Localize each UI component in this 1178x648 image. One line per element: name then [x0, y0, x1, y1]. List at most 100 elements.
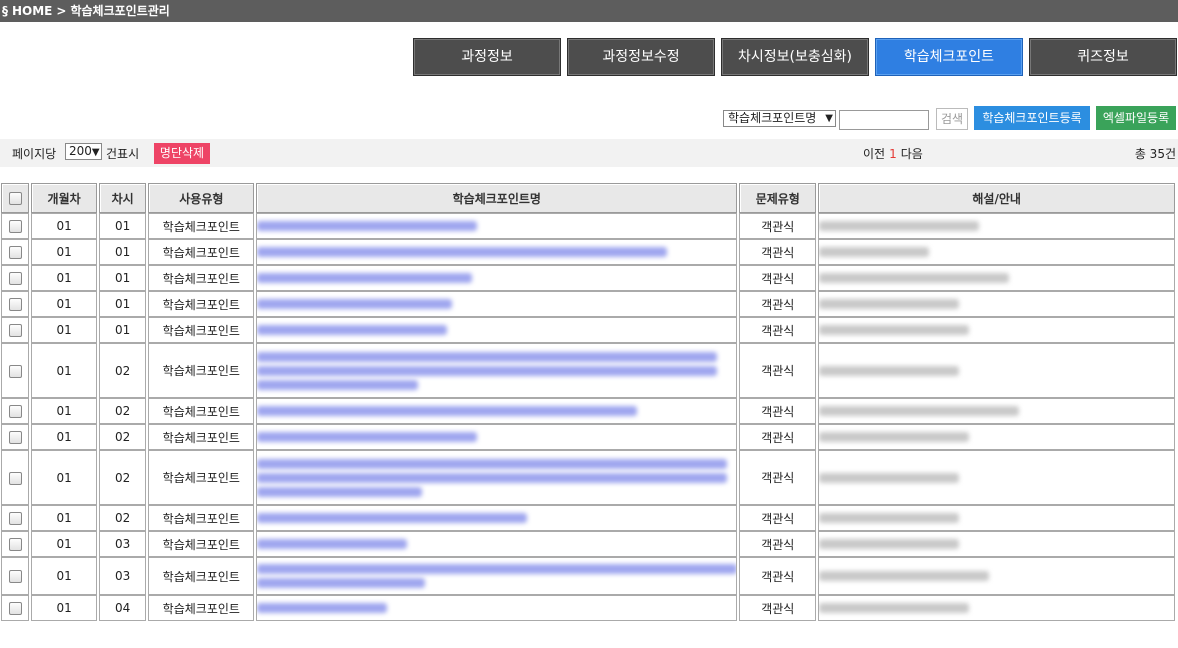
row-month: 01: [31, 531, 98, 557]
table-row[interactable]: 01 01 학습체크포인트 객관식: [1, 317, 1175, 343]
tab-course-edit[interactable]: 과정정보수정: [567, 38, 715, 76]
table-row[interactable]: 01 02 학습체크포인트 객관식: [1, 424, 1175, 450]
row-month: 01: [31, 343, 98, 398]
table-row[interactable]: 01 03 학습체크포인트 객관식: [1, 531, 1175, 557]
tab-quiz-info[interactable]: 퀴즈정보: [1029, 38, 1177, 76]
row-explanation: [818, 450, 1175, 505]
tab-checkpoint[interactable]: 학습체크포인트: [875, 38, 1023, 76]
row-select-cell[interactable]: [1, 557, 30, 595]
row-select-cell[interactable]: [1, 531, 30, 557]
next-page-link[interactable]: 다음: [901, 147, 923, 161]
row-select-cell[interactable]: [1, 291, 30, 317]
table-row[interactable]: 01 02 학습체크포인트 객관식: [1, 398, 1175, 424]
row-title-link[interactable]: [256, 291, 738, 317]
redacted-title-line: [257, 247, 668, 257]
row-title-link[interactable]: [256, 531, 738, 557]
row-checkbox[interactable]: [8, 220, 22, 233]
row-use-type: 학습체크포인트: [148, 531, 255, 557]
row-checkbox[interactable]: [8, 272, 22, 285]
table-row[interactable]: 01 02 학습체크포인트 객관식: [1, 450, 1175, 505]
row-select-cell[interactable]: [1, 424, 30, 450]
row-checkbox[interactable]: [8, 538, 22, 551]
current-page[interactable]: 1: [889, 147, 897, 161]
redacted-title-line: [257, 472, 728, 483]
row-lesson: 01: [99, 239, 147, 265]
row-question-type: 객관식: [739, 291, 817, 317]
tab-course-info[interactable]: 과정정보: [413, 38, 561, 76]
row-select-cell[interactable]: [1, 505, 30, 531]
redacted-title-line: [257, 365, 718, 376]
row-use-type: 학습체크포인트: [148, 213, 255, 239]
delete-list-button[interactable]: 명단삭제: [154, 143, 210, 164]
search-field-select[interactable]: 학습체크포인트명 ▼: [723, 110, 836, 127]
row-title-link[interactable]: [256, 343, 738, 398]
redacted-explanation: [819, 539, 960, 549]
row-title-link[interactable]: [256, 595, 738, 621]
row-checkbox[interactable]: [8, 246, 22, 259]
row-select-cell[interactable]: [1, 317, 30, 343]
table-row[interactable]: 01 02 학습체크포인트 객관식: [1, 505, 1175, 531]
table-row[interactable]: 01 02 학습체크포인트 객관식: [1, 343, 1175, 398]
row-checkbox[interactable]: [8, 431, 22, 444]
row-month: 01: [31, 557, 98, 595]
per-page-select[interactable]: 200▼: [65, 143, 102, 160]
row-title-link[interactable]: [256, 557, 738, 595]
row-select-cell[interactable]: [1, 239, 30, 265]
row-month: 01: [31, 595, 98, 621]
row-explanation: [818, 398, 1175, 424]
row-title-link[interactable]: [256, 398, 738, 424]
prev-page-link[interactable]: 이전: [863, 147, 885, 161]
row-select-cell[interactable]: [1, 265, 30, 291]
redacted-title-line: [257, 299, 453, 309]
row-select-cell[interactable]: [1, 343, 30, 398]
redacted-title-line: [257, 578, 426, 588]
col-month[interactable]: 개월차: [31, 183, 98, 213]
select-all-header[interactable]: [1, 183, 30, 213]
table-row[interactable]: 01 04 학습체크포인트 객관식: [1, 595, 1175, 621]
row-checkbox[interactable]: [8, 471, 22, 485]
row-question-type: 객관식: [739, 531, 817, 557]
col-lesson[interactable]: 차시: [99, 183, 147, 213]
table-row[interactable]: 01 01 학습체크포인트 객관식: [1, 265, 1175, 291]
search-input[interactable]: [839, 110, 929, 130]
row-checkbox[interactable]: [8, 298, 22, 311]
row-checkbox[interactable]: [8, 512, 22, 525]
row-checkbox[interactable]: [8, 405, 22, 418]
col-explanation[interactable]: 해설/안내: [818, 183, 1175, 213]
row-checkbox[interactable]: [8, 602, 22, 615]
row-question-type: 객관식: [739, 557, 817, 595]
table-row[interactable]: 01 03 학습체크포인트 객관식: [1, 557, 1175, 595]
search-button[interactable]: 검색: [936, 108, 968, 130]
row-select-cell[interactable]: [1, 595, 30, 621]
row-select-cell[interactable]: [1, 213, 30, 239]
redacted-title-line: [257, 325, 448, 335]
register-checkpoint-button[interactable]: 학습체크포인트등록: [974, 106, 1090, 130]
row-title-link[interactable]: [256, 265, 738, 291]
row-title-link[interactable]: [256, 239, 738, 265]
redacted-title-line: [257, 513, 528, 523]
row-checkbox[interactable]: [8, 570, 22, 583]
redacted-title-line: [257, 351, 718, 362]
row-title-link[interactable]: [256, 213, 738, 239]
tab-lesson-info[interactable]: 차시정보(보충심화): [721, 38, 869, 76]
row-title-link[interactable]: [256, 450, 738, 505]
row-checkbox[interactable]: [8, 364, 22, 378]
col-title[interactable]: 학습체크포인트명: [256, 183, 738, 213]
row-title-link[interactable]: [256, 505, 738, 531]
excel-upload-button[interactable]: 엑셀파일등록: [1096, 106, 1176, 130]
row-select-cell[interactable]: [1, 450, 30, 505]
row-title-link[interactable]: [256, 317, 738, 343]
table-row[interactable]: 01 01 학습체크포인트 객관식: [1, 291, 1175, 317]
row-month: 01: [31, 450, 98, 505]
row-title-link[interactable]: [256, 424, 738, 450]
per-page-unit: 건표시: [106, 147, 140, 161]
redacted-explanation: [819, 221, 980, 231]
table-row[interactable]: 01 01 학습체크포인트 객관식: [1, 213, 1175, 239]
col-use-type[interactable]: 사용유형: [148, 183, 255, 213]
select-all-checkbox[interactable]: [8, 192, 22, 205]
row-checkbox[interactable]: [8, 324, 22, 337]
col-question-type[interactable]: 문제유형: [739, 183, 817, 213]
row-select-cell[interactable]: [1, 398, 30, 424]
table-row[interactable]: 01 01 학습체크포인트 객관식: [1, 239, 1175, 265]
breadcrumb-home[interactable]: HOME: [12, 4, 52, 18]
